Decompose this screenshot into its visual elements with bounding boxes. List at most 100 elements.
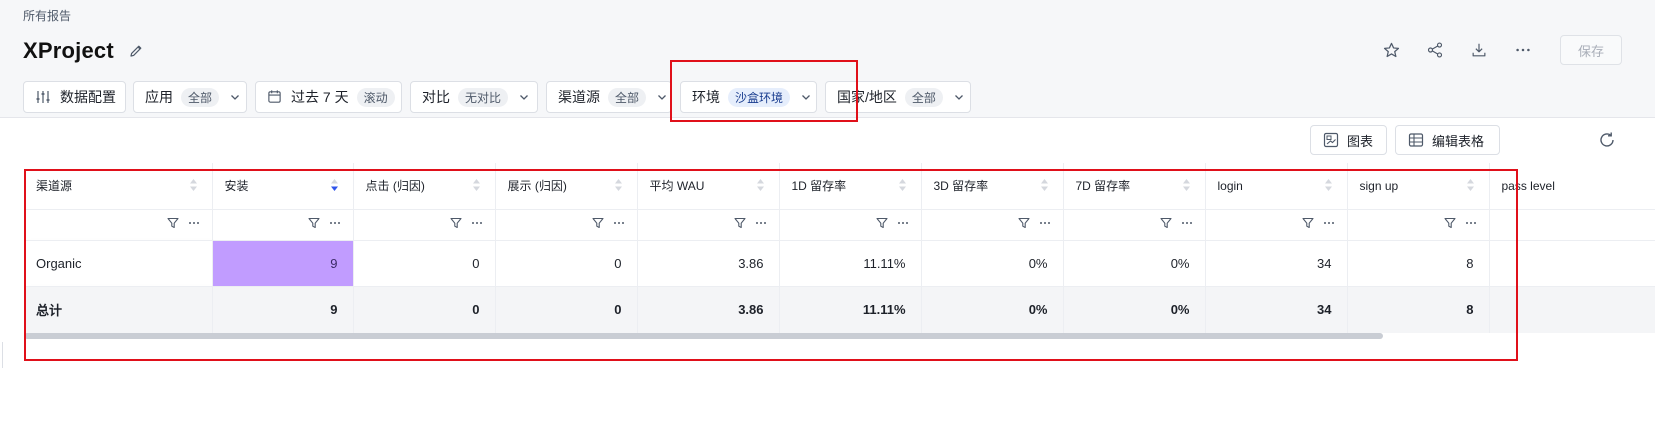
table-cell: Organic [24, 240, 213, 287]
title-row: XProject [23, 36, 144, 66]
filter-icon[interactable] [733, 217, 746, 229]
column-header[interactable]: 1D 留存率 [779, 163, 922, 210]
chevron-down-icon [800, 91, 812, 103]
total-cell: 0 [495, 286, 638, 333]
download-icon[interactable] [1468, 39, 1490, 61]
column-header[interactable]: 渠道源 [24, 163, 213, 210]
filter-compare[interactable]: 对比 无对比 [410, 81, 538, 113]
column-tools [637, 209, 780, 241]
more-icon[interactable] [1181, 217, 1193, 229]
filter-tag: 沙盒环境 [728, 87, 791, 107]
more-icon[interactable] [1465, 217, 1477, 229]
column-tools [921, 209, 1064, 241]
sort-icon[interactable] [189, 178, 198, 192]
page-title: XProject [23, 38, 114, 63]
table-cell: 0 [353, 240, 496, 287]
column-tools [1347, 209, 1490, 241]
filter-tag: 全部 [608, 87, 647, 107]
column-header[interactable]: login [1205, 163, 1348, 210]
total-cell: 0% [921, 286, 1064, 333]
table-cell: 0% [921, 240, 1064, 287]
filter-label: 过去 7 天 [291, 89, 349, 105]
filter-icon[interactable] [875, 217, 888, 229]
filter-icon[interactable] [1017, 217, 1030, 229]
filter-tag: 全部 [181, 87, 220, 107]
more-icon[interactable] [1323, 217, 1335, 229]
table-cell: 8 [1347, 240, 1490, 287]
pencil-icon[interactable] [128, 43, 144, 59]
filter-label: 渠道源 [558, 89, 600, 105]
more-icon[interactable] [897, 217, 909, 229]
filter-label: 国家/地区 [837, 89, 897, 105]
column-header[interactable]: 平均 WAU [637, 163, 780, 210]
filter-icon[interactable] [1159, 217, 1172, 229]
more-icon[interactable] [1512, 39, 1534, 61]
more-icon[interactable] [188, 217, 200, 229]
filter-label: 环境 [692, 89, 720, 105]
column-tools [1205, 209, 1348, 241]
total-cell: 总计 [24, 286, 213, 333]
filter-app[interactable]: 应用 全部 [133, 81, 247, 113]
column-tools [353, 209, 496, 241]
refresh-icon[interactable] [1598, 131, 1616, 149]
star-icon[interactable] [1380, 39, 1402, 61]
table-icon [1408, 132, 1424, 148]
column-header[interactable]: 点击 (归因) [353, 163, 496, 210]
more-icon[interactable] [755, 217, 767, 229]
column-header[interactable]: 7D 留存率 [1063, 163, 1206, 210]
header-row: 渠道源 安装 点击 (归因) 展示 (归因) 平均 WAU 1D 留存率 3D … [24, 163, 1655, 210]
total-cell: 0 [353, 286, 496, 333]
breadcrumb[interactable]: 所有报告 [23, 7, 71, 24]
column-tools [24, 209, 213, 241]
filter-channel-source[interactable]: 渠道源 全部 [546, 81, 672, 113]
more-icon[interactable] [471, 217, 483, 229]
column-header[interactable]: 展示 (归因) [495, 163, 638, 210]
share-icon[interactable] [1424, 39, 1446, 61]
filter-icon[interactable] [449, 217, 462, 229]
sort-icon[interactable] [756, 178, 765, 192]
save-button[interactable]: 保存 [1560, 35, 1622, 65]
column-tools [779, 209, 922, 241]
top-actions: 保存 [1380, 35, 1655, 65]
column-header[interactable]: 3D 留存率 [921, 163, 1064, 210]
total-cell: 0% [1063, 286, 1206, 333]
more-icon[interactable] [329, 217, 341, 229]
filter-date-range[interactable]: 过去 7 天 滚动 [255, 81, 402, 113]
chart-view-button[interactable]: 图表 [1310, 125, 1387, 155]
table-cell: 3.86 [637, 240, 780, 287]
filter-icon[interactable] [166, 217, 179, 229]
column-header[interactable]: sign up [1347, 163, 1490, 210]
table-cell [1489, 240, 1655, 287]
sort-icon[interactable] [1324, 178, 1333, 192]
more-icon[interactable] [1039, 217, 1051, 229]
column-header[interactable]: 安装 [212, 163, 354, 210]
total-cell [1489, 286, 1655, 333]
table-row: Organic 9 0 0 3.86 11.11% 0% 0% 34 8 [24, 240, 1655, 287]
column-tools [495, 209, 638, 241]
filter-country-region[interactable]: 国家/地区 全部 [825, 81, 971, 113]
sort-icon[interactable] [1466, 178, 1475, 192]
sort-icon[interactable] [1040, 178, 1049, 192]
column-header[interactable]: pass level [1489, 163, 1655, 210]
horizontal-scrollbar[interactable] [24, 333, 1383, 339]
sort-icon[interactable] [898, 178, 907, 192]
filter-icon[interactable] [1301, 217, 1314, 229]
report-table: 渠道源 安装 点击 (归因) 展示 (归因) 平均 WAU 1D 留存率 3D … [24, 163, 1655, 347]
edit-table-button[interactable]: 编辑表格 [1395, 125, 1500, 155]
data-config-button[interactable]: 数据配置 [23, 81, 126, 113]
filter-icon[interactable] [1443, 217, 1456, 229]
sort-descending-icon[interactable] [330, 178, 339, 192]
table-cell: 0% [1063, 240, 1206, 287]
filter-icon[interactable] [591, 217, 604, 229]
chevron-down-icon [953, 91, 965, 103]
chevron-down-icon [656, 91, 668, 103]
filter-icon[interactable] [307, 217, 320, 229]
chevron-down-icon [518, 91, 530, 103]
sort-icon[interactable] [1182, 178, 1191, 192]
sort-icon[interactable] [472, 178, 481, 192]
more-icon[interactable] [613, 217, 625, 229]
filter-environment[interactable]: 环境 沙盒环境 [680, 81, 817, 113]
sort-icon[interactable] [614, 178, 623, 192]
table-cell: 0 [495, 240, 638, 287]
edit-table-label: 编辑表格 [1432, 133, 1485, 149]
